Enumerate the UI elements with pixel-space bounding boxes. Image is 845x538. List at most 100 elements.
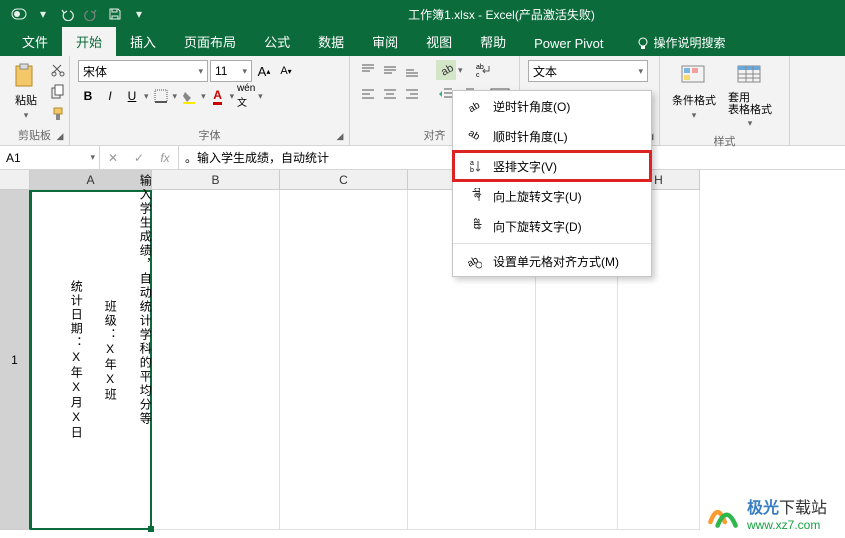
- orientation-button[interactable]: ab: [436, 60, 456, 80]
- font-name-combo[interactable]: 宋体 ▾: [78, 60, 208, 82]
- watermark-url: www.xz7.com: [747, 518, 827, 532]
- orientation-item-label: 顺时针角度(L): [493, 128, 568, 145]
- align-left-icon: [360, 86, 376, 102]
- format-as-table-button[interactable]: 套用 表格格式 ▾: [724, 60, 776, 131]
- font-color-button[interactable]: A: [208, 86, 228, 106]
- font-size-combo[interactable]: 11▾: [210, 60, 252, 82]
- tab-insert[interactable]: 插入: [116, 27, 170, 56]
- tab-powerpivot[interactable]: Power Pivot: [520, 31, 617, 56]
- tell-me-label: 操作说明搜索: [654, 34, 726, 51]
- watermark-text: 极光下载站: [747, 494, 827, 518]
- conditional-formatting-button[interactable]: 条件格式 ▾: [668, 60, 720, 123]
- bold-button[interactable]: B: [78, 86, 98, 106]
- paste-label: 粘贴: [15, 92, 37, 108]
- column-header-B[interactable]: B: [152, 170, 280, 190]
- tab-review[interactable]: 审阅: [358, 27, 412, 56]
- format-painter-button[interactable]: [48, 104, 68, 124]
- align-middle-button[interactable]: [380, 60, 400, 80]
- autosave-toggle[interactable]: [8, 3, 30, 25]
- decrease-font-button[interactable]: A▾: [276, 61, 296, 81]
- table-format-icon: [736, 62, 764, 90]
- font-group-label: 字体: [78, 125, 341, 143]
- row-header-1[interactable]: 1: [0, 190, 30, 530]
- cancel-formula-button[interactable]: ✕: [100, 151, 126, 165]
- align-left-button[interactable]: [358, 84, 378, 104]
- enter-formula-button[interactable]: ✓: [126, 151, 152, 165]
- menu-separator: [453, 243, 651, 244]
- qat-dropdown[interactable]: ▾: [32, 3, 54, 25]
- cell-A1[interactable]: [30, 190, 152, 530]
- chevron-down-icon: ▾: [198, 66, 203, 77]
- up-icon: ab: [465, 187, 483, 205]
- fill-color-button[interactable]: [179, 86, 199, 106]
- column-header-A[interactable]: A: [30, 170, 152, 190]
- font-name-value: 宋体: [83, 63, 107, 80]
- orientation-item-down[interactable]: ab 向下旋转文字(D): [453, 211, 651, 241]
- group-clipboard: 粘贴 ▾ 剪贴板 ◢: [0, 56, 70, 145]
- cond-format-label: 条件格式: [672, 92, 716, 108]
- cell-C1[interactable]: [280, 190, 408, 530]
- chevron-down-icon: ▾: [242, 66, 247, 77]
- orientation-item-label: 向下旋转文字(D): [493, 218, 582, 235]
- copy-button[interactable]: [48, 82, 68, 102]
- cond-format-icon: [680, 62, 708, 90]
- qat-customize[interactable]: ▾: [128, 3, 150, 25]
- redo-button[interactable]: [80, 3, 102, 25]
- align-center-button[interactable]: [380, 84, 400, 104]
- number-format-value: 文本: [533, 63, 557, 80]
- select-all-corner[interactable]: [0, 170, 30, 190]
- tab-data[interactable]: 数据: [304, 27, 358, 56]
- orientation-item-label: 竖排文字(V): [493, 158, 557, 175]
- align-top-icon: [360, 62, 376, 78]
- wrap-text-button[interactable]: abc: [475, 60, 495, 80]
- vert-icon: ab: [465, 157, 483, 175]
- font-dialog-launcher[interactable]: ◢: [333, 129, 347, 143]
- align-top-button[interactable]: [358, 60, 378, 80]
- column-header-C[interactable]: C: [280, 170, 408, 190]
- cut-icon: [50, 62, 66, 78]
- tab-home[interactable]: 开始: [62, 27, 116, 56]
- tab-view[interactable]: 视图: [412, 27, 466, 56]
- name-box[interactable]: A1 ▾: [0, 146, 100, 169]
- formula-content: 。输入学生成绩，自动统计: [185, 149, 329, 166]
- tab-pagelayout[interactable]: 页面布局: [170, 27, 250, 56]
- align-right-button[interactable]: [402, 84, 422, 104]
- phonetic-button[interactable]: wén文: [236, 86, 256, 106]
- undo-button[interactable]: [56, 3, 78, 25]
- insert-function-button[interactable]: fx: [152, 151, 178, 165]
- orientation-item-label: 设置单元格对齐方式(M): [493, 253, 619, 270]
- svg-text:c: c: [476, 72, 480, 78]
- worksheet-grid[interactable]: ABCDGH 1 输入学生成绩，自动统计学科的平均分等 班级：X年X班 统计日期…: [0, 170, 845, 538]
- orientation-item-fmt[interactable]: ab设置单元格对齐方式(M): [453, 246, 651, 276]
- paste-icon: [12, 62, 40, 90]
- orientation-item-up[interactable]: ab 向上旋转文字(U): [453, 181, 651, 211]
- table-format-label: 套用 表格格式: [728, 92, 772, 116]
- italic-button[interactable]: I: [100, 86, 120, 106]
- border-button[interactable]: [151, 86, 171, 106]
- cell-B1[interactable]: [152, 190, 280, 530]
- cut-button[interactable]: [48, 60, 68, 80]
- brush-icon: [50, 106, 66, 122]
- orientation-item-cw[interactable]: ab 顺时针角度(L): [453, 121, 651, 151]
- down-icon: ab: [465, 217, 483, 235]
- tab-help[interactable]: 帮助: [466, 27, 520, 56]
- orientation-item-label: 向上旋转文字(U): [493, 188, 582, 205]
- tab-file[interactable]: 文件: [8, 27, 62, 56]
- cw-icon: ab: [465, 127, 483, 145]
- tell-me-search[interactable]: 操作说明搜索: [626, 29, 736, 56]
- svg-text:b: b: [470, 167, 474, 174]
- underline-button[interactable]: U: [122, 86, 142, 106]
- lightbulb-icon: [636, 36, 650, 50]
- orientation-item-vert[interactable]: ab 竖排文字(V): [453, 151, 651, 181]
- increase-font-button[interactable]: A▴: [254, 61, 274, 81]
- paste-button[interactable]: 粘贴 ▾: [8, 60, 44, 123]
- cell-a1-line3: 统计日期：X年X月X日: [66, 280, 85, 440]
- wrap-icon: abc: [475, 62, 495, 78]
- number-format-combo[interactable]: 文本▾: [528, 60, 648, 82]
- clipboard-dialog-launcher[interactable]: ◢: [53, 129, 67, 143]
- save-button[interactable]: [104, 3, 126, 25]
- align-bottom-button[interactable]: [402, 60, 422, 80]
- tab-formulas[interactable]: 公式: [250, 27, 304, 56]
- orientation-item-ccw[interactable]: ab逆时针角度(O): [453, 91, 651, 121]
- cell-a1-line1: 输入学生成绩，自动统计学科的平均分等: [135, 174, 154, 426]
